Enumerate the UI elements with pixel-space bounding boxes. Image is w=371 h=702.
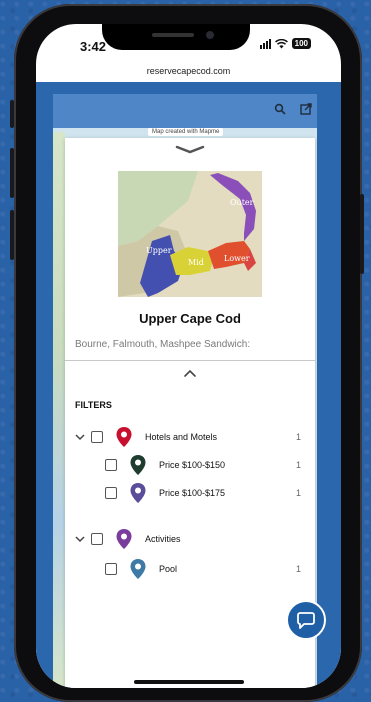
map-pin-icon (116, 427, 132, 447)
cape-cod-map: Outer Upper Mid Lower (118, 171, 262, 297)
map-toolbar (53, 94, 317, 128)
power-button (360, 194, 364, 274)
filter-label: Price $100-$150 (159, 460, 226, 470)
filters-title: FILTERS (75, 400, 112, 410)
map-coastline (53, 132, 65, 688)
battery-icon: 100 (291, 38, 311, 49)
filter-checkbox[interactable] (105, 487, 117, 499)
region-panel: Outer Upper Mid Lower Upper Cape Cod Bou… (65, 138, 315, 688)
filter-checkbox[interactable] (105, 459, 117, 471)
chevron-down-icon[interactable] (75, 534, 85, 544)
filter-count: 1 (295, 432, 301, 442)
region-label-lower: Lower (224, 254, 250, 263)
filter-label: Hotels and Motels (145, 432, 218, 442)
search-icon[interactable] (271, 102, 289, 120)
filter-label: Activities (145, 534, 181, 544)
filter-label: Pool (159, 564, 178, 574)
chevron-down-icon[interactable] (175, 144, 205, 154)
home-indicator (134, 680, 244, 684)
status-time: 3:42 (80, 39, 107, 54)
status-icons: 100 (259, 38, 311, 49)
front-camera (206, 31, 214, 39)
region-label-outer: Outer (230, 198, 254, 207)
divider (65, 360, 315, 361)
filter-group-activities[interactable]: Activities (65, 528, 315, 552)
filter-checkbox[interactable] (91, 533, 103, 545)
filter-item-pool[interactable]: Pool 1 (65, 558, 315, 582)
filter-count: 1 (295, 460, 301, 470)
volume-down-button (10, 210, 14, 260)
map-pin-icon (130, 483, 146, 503)
filter-checkbox[interactable] (105, 563, 117, 575)
speaker (152, 33, 194, 37)
filter-count: 1 (295, 564, 301, 574)
filter-item-price-100-175[interactable]: Price $100-$175 1 (65, 482, 315, 506)
url-bar[interactable]: reservecapecod.com (36, 60, 341, 82)
open-external-icon[interactable] (297, 102, 315, 120)
chat-button[interactable] (286, 600, 326, 640)
map-pin-icon (130, 455, 146, 475)
volume-up-button (10, 148, 14, 198)
phone-screen: 3:42 100 reservecapecod.com Map created … (36, 24, 341, 688)
filter-label: Price $100-$175 (159, 488, 226, 498)
filter-count: 1 (295, 488, 301, 498)
region-description: Bourne, Falmouth, Mashpee Sandwich: (75, 339, 251, 350)
chat-bubble-icon (297, 612, 315, 629)
wifi-icon (274, 38, 288, 48)
side-button (10, 100, 14, 128)
region-label-mid: Mid (188, 258, 204, 267)
filter-item-price-100-150[interactable]: Price $100-$150 1 (65, 454, 315, 478)
site-background: Map created with Mapme Outer Upper Mid L… (36, 82, 341, 688)
filter-checkbox[interactable] (91, 431, 103, 443)
chevron-up-icon[interactable] (183, 368, 197, 378)
notch (102, 24, 250, 50)
region-title: Upper Cape Cod (139, 311, 241, 326)
map-embed[interactable]: Map created with Mapme Outer Upper Mid L… (53, 94, 317, 688)
map-credit[interactable]: Map created with Mapme (148, 128, 224, 136)
filter-group-hotels[interactable]: Hotels and Motels 1 (65, 426, 315, 450)
map-pin-icon (130, 559, 146, 579)
signal-icon (259, 38, 271, 49)
map-pin-icon (116, 529, 132, 549)
region-label-upper: Upper (146, 246, 172, 255)
chevron-down-icon[interactable] (75, 432, 85, 442)
region-map-image: Outer Upper Mid Lower (118, 171, 262, 297)
